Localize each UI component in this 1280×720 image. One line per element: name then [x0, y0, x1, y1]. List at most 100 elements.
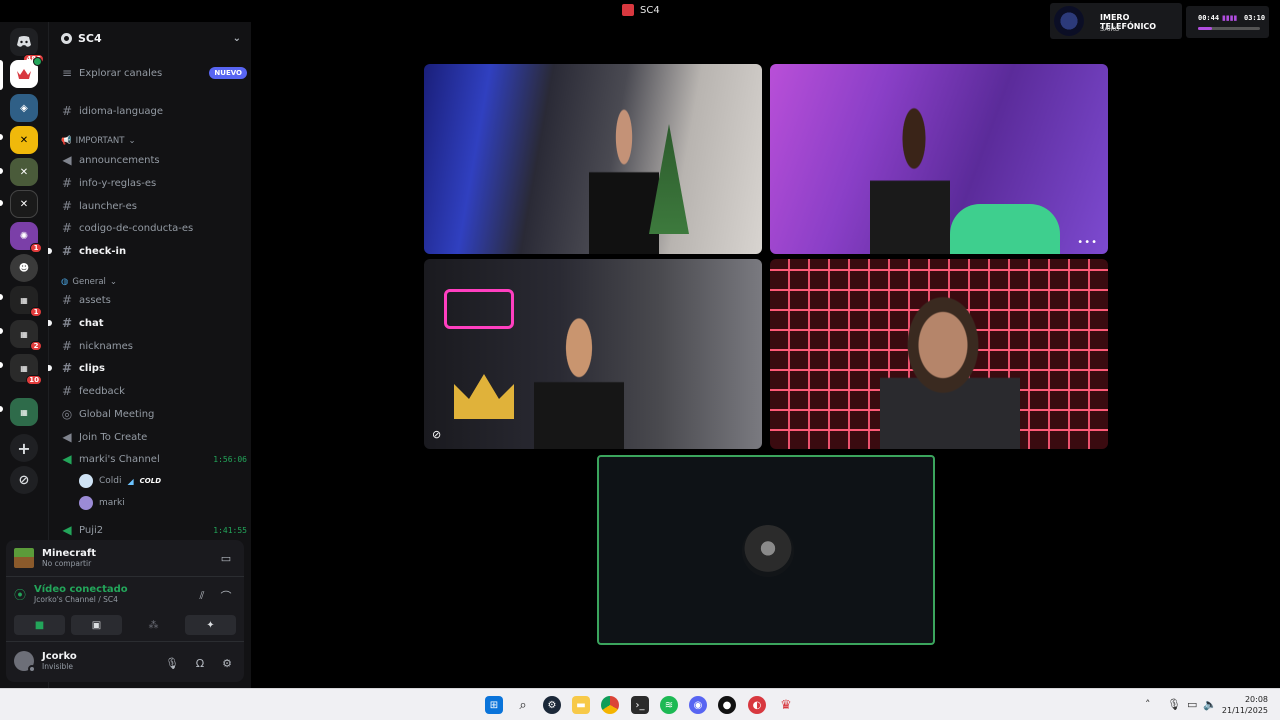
channel-global-meeting[interactable]: ◎ Global Meeting [57, 404, 247, 424]
direct-messages-button[interactable]: 486 [10, 28, 44, 64]
channel-assets[interactable]: # assets [57, 290, 247, 310]
chevron-up-icon[interactable]: ˄ [1145, 698, 1151, 711]
camera-button[interactable]: ■ [14, 615, 65, 635]
soundboard-button[interactable]: ✦ [185, 615, 236, 635]
channel-join-to-create[interactable]: ◀ Join To Create [57, 427, 247, 447]
channel-codigo[interactable]: # codigo-de-conducta-es [57, 218, 247, 238]
speaker-icon: ◀ [62, 430, 72, 444]
avatar [742, 525, 794, 577]
server-icon[interactable]: ✕ [10, 126, 38, 154]
app-icon[interactable]: ● [718, 696, 736, 714]
settings-gear-icon[interactable]: ⚙ [219, 655, 235, 671]
user-panel: Minecraft No compartir ▭ ⦿ Vídeo conecta… [6, 540, 244, 682]
shirt-shape [950, 204, 1060, 254]
microphone-icon[interactable]: 🎙 [164, 655, 180, 671]
server-header[interactable]: SC4 ⌄ [49, 22, 251, 54]
folder-icon: ▦ [20, 295, 28, 305]
voice-channel-markis[interactable]: ◀ marki's Channel 1:56:06 [57, 449, 247, 469]
progress-track [1198, 27, 1260, 30]
chevron-down-icon: ⌄ [109, 277, 118, 287]
add-server-button[interactable]: + [10, 434, 38, 462]
folder-icon[interactable]: ▬ [572, 696, 590, 714]
creature-icon: ✺ [19, 230, 29, 242]
status-indicator [28, 665, 36, 673]
activity-status[interactable]: Minecraft No compartir [14, 548, 96, 568]
now-playing-card: IMERO TELEFÓNICO SAIKO [1050, 3, 1182, 39]
chrome-icon[interactable] [601, 696, 619, 714]
chevron-down-icon: ⌄ [232, 32, 241, 44]
server-icon[interactable]: ◈ [10, 94, 38, 122]
user-info[interactable]: Jcorko Invisible [14, 651, 77, 673]
server-sc4[interactable] [10, 57, 42, 88]
server-icon[interactable]: ✕ [10, 158, 38, 186]
volume-icon[interactable]: 🔈 [1203, 698, 1217, 711]
share-screen-icon[interactable]: ▭ [218, 550, 234, 566]
channel-announcements[interactable]: ◀ announcements [57, 150, 247, 170]
participant-silhouette [534, 314, 624, 449]
activities-button[interactable]: ⁂ [128, 615, 179, 635]
tag-icon: ◢ [127, 476, 134, 486]
channel-info[interactable]: # info-y-reglas-es [57, 173, 247, 193]
category-important[interactable]: 📢 IMPORTANT ⌄ [61, 136, 136, 146]
steam-icon[interactable]: ⚙ [543, 696, 561, 714]
cross-icon: ✕ [19, 134, 29, 146]
screen-share-button[interactable]: ▣ [71, 615, 122, 635]
server-icon[interactable]: ☻ [10, 254, 38, 282]
discover-button[interactable]: ⊘ [10, 466, 38, 494]
voice-connection[interactable]: ⦿ Vídeo conectado Jcorko's Channel / SC4 [14, 584, 128, 604]
channel-checkin[interactable]: # check-in [48, 241, 247, 261]
search-icon[interactable]: ⌕ [514, 696, 532, 714]
video-tile[interactable]: ⊘ [424, 259, 762, 449]
windows-start-icon[interactable]: ⊞ [485, 696, 503, 714]
notification-badge: 2 [30, 341, 42, 351]
server-icon[interactable]: ✕ [10, 190, 38, 218]
channel-launcher[interactable]: # launcher-es [57, 196, 247, 216]
explore-channels[interactable]: ≡ Explorar canales NUEVO [57, 63, 247, 83]
crown-app-icon[interactable]: ♛ [777, 696, 795, 714]
video-tile[interactable] [770, 259, 1108, 449]
unread-indicator [0, 294, 3, 300]
system-clock[interactable]: 20:08 21/11/2025 [1222, 694, 1268, 716]
category-general[interactable]: ◍ General ⌄ [61, 277, 117, 287]
channel-feedback[interactable]: # feedback [57, 381, 247, 401]
more-options-icon[interactable]: ••• [1077, 237, 1098, 248]
live-dot [33, 57, 42, 66]
server-folder[interactable]: ▦ 10 [10, 354, 42, 385]
voice-channel-puji[interactable]: ◀ Puji2 1:41:55 [57, 520, 247, 540]
server-folder[interactable]: ▦ 1 [10, 286, 42, 317]
windows-taskbar: ⊞ ⌕ ⚙ ▬ ›_ ≋ ◉ ● ◐ ♛ ˄ 🎙 ▭ 🔈 20:08 21/11… [0, 688, 1280, 720]
own-video-tile[interactable] [597, 455, 935, 645]
minecraft-icon [14, 548, 34, 568]
server-tag: COLD [139, 477, 162, 485]
album-art [1054, 6, 1084, 36]
x-logo-icon: ✕ [19, 198, 29, 210]
discord-icon[interactable]: ◉ [689, 696, 707, 714]
server-folder[interactable]: ▦ 2 [10, 320, 42, 351]
spotify-icon[interactable]: ≋ [660, 696, 678, 714]
avatar [14, 651, 36, 673]
progress-fill [1198, 27, 1213, 30]
terminal-icon[interactable]: ›_ [631, 696, 649, 714]
server-folder[interactable]: ▦ [10, 398, 38, 426]
folder-icon: ▦ [20, 363, 28, 373]
channel-chat[interactable]: # chat [48, 313, 247, 333]
avatar [79, 474, 93, 488]
voice-timer: 1:41:55 [213, 525, 247, 535]
video-tile[interactable] [424, 64, 762, 254]
channel-nicknames[interactable]: # nicknames [57, 336, 247, 356]
video-tile[interactable]: ••• [770, 64, 1108, 254]
channel-clips[interactable]: # clips [48, 358, 247, 378]
headphones-icon[interactable]: Ω [192, 655, 208, 671]
disconnect-icon[interactable]: ⌒ [218, 588, 234, 604]
monitor-icon[interactable]: ▭ [1187, 698, 1197, 711]
chevron-down-icon: ⌄ [128, 136, 136, 146]
channel-idioma[interactable]: # idioma-language [57, 101, 247, 121]
microphone-icon[interactable]: 🎙 [1167, 698, 1181, 711]
noise-suppression-icon[interactable]: ⫽ [194, 588, 210, 604]
app-icon[interactable]: ◐ [748, 696, 766, 714]
hash-icon: # [61, 384, 73, 398]
voice-user-marki[interactable]: marki [79, 494, 125, 512]
server-icon[interactable]: ✺ 1 [10, 222, 42, 253]
new-badge: NUEVO [209, 67, 247, 79]
voice-user-coldi[interactable]: Coldi ◢ COLD [79, 472, 161, 490]
